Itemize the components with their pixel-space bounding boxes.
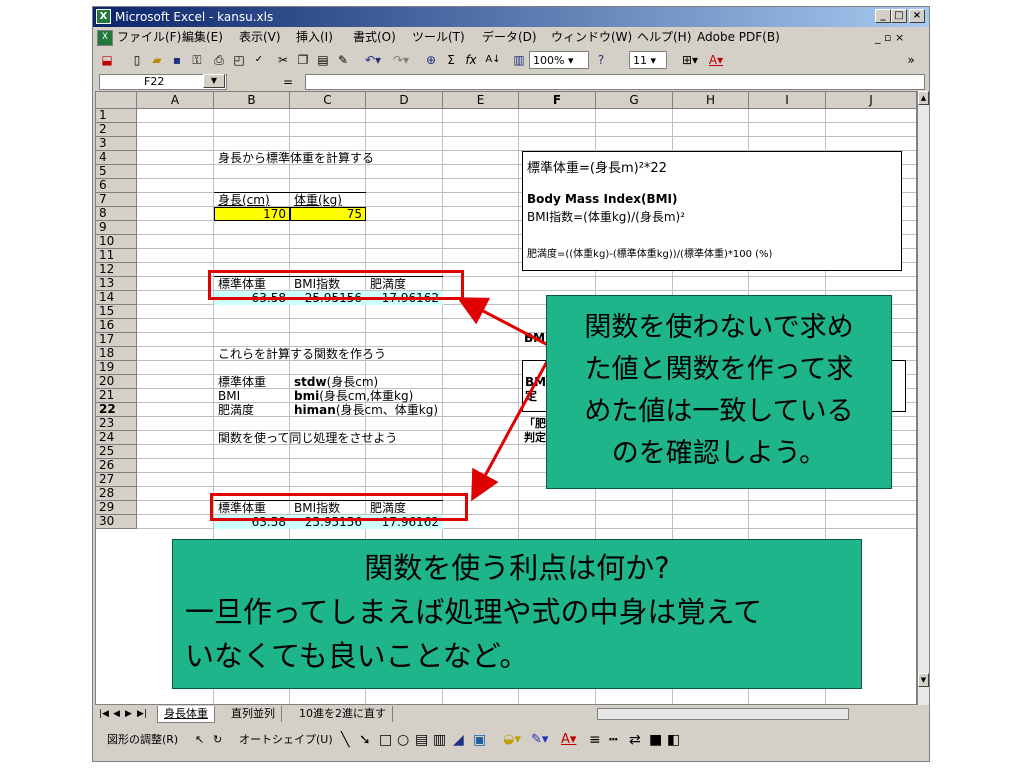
callout-merit-line1: 関数を使う利点は何か?: [364, 551, 670, 585]
callout-check: 関数を使わないで求め た値と関数を作って求 めた値は一致している のを確認しよう…: [546, 295, 892, 489]
callout-merit: 関数を使う利点は何か? 一旦作ってしまえば処理や式の中身は覚えて いなくても良い…: [172, 539, 862, 689]
callout-check-line2: た値と関数を作って求: [584, 354, 854, 385]
callout-check-line4: のを確認しよう。: [611, 438, 827, 469]
arrow-to-row20: [471, 344, 558, 502]
callout-merit-line3: いなくても良いことなど。: [185, 639, 529, 673]
callout-merit-line2: 一旦作ってしまえば処理や式の中身は覚えて: [185, 595, 763, 629]
callout-check-line1: 関数を使わないで求め: [584, 312, 854, 343]
arrow-to-row9: [456, 297, 549, 347]
callout-check-line3: めた値は一致している: [584, 396, 854, 427]
